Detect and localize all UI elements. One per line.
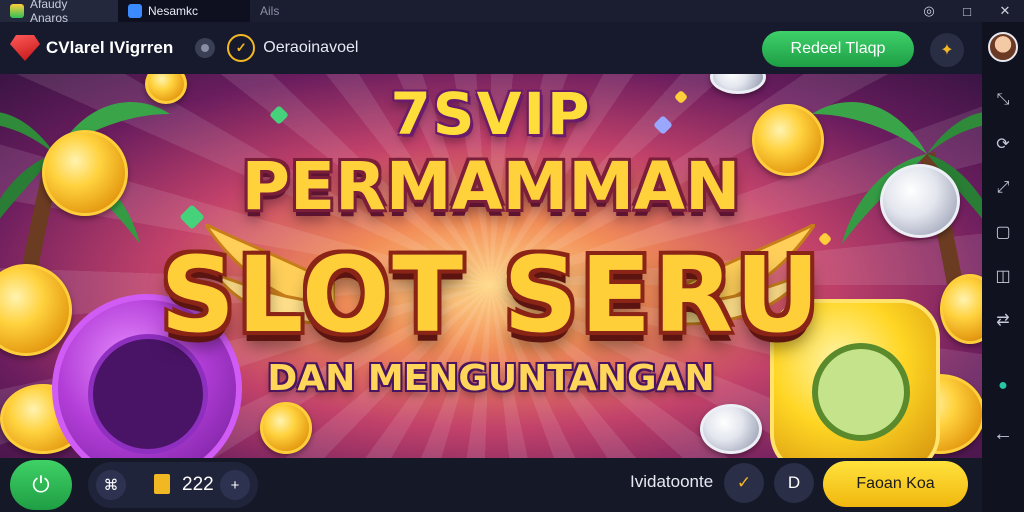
brand-name: CVlarel IVigrren	[46, 38, 174, 57]
window-tab-3[interactable]: Ails	[250, 0, 368, 22]
app-icon	[128, 4, 142, 18]
power-button[interactable]: ⏻	[10, 460, 72, 510]
compass-icon[interactable]: ✓	[227, 34, 256, 62]
app-toolbar: CVlarel IVigrren ✓ Oeraoinavoel Redeel T…	[0, 22, 982, 74]
bottom-bar: ⏻ ⌘ 222 + Ividatoonte ✓ D Faoan Koa	[0, 458, 982, 512]
ticket-icon	[154, 474, 170, 494]
location-icon[interactable]: ●	[991, 374, 1015, 398]
action-button[interactable]: Faoan Koa	[823, 461, 968, 507]
grid-icon[interactable]: ⌘	[96, 470, 126, 500]
maximize-icon[interactable]: □	[948, 4, 986, 19]
d-badge[interactable]: D	[774, 463, 814, 503]
bottom-label: Ividatoonte	[630, 472, 714, 491]
banner-subtitle: DAN MENGUNTANGAN	[267, 358, 715, 399]
ticket-pill: ⌘ 222 +	[88, 462, 258, 508]
add-icon[interactable]: +	[220, 470, 250, 500]
silver-coin	[700, 404, 762, 454]
banner-title-line2: PERMAMMAN	[241, 148, 741, 225]
settings-dot-icon[interactable]	[195, 38, 216, 58]
window-controls: ◎ □ ✕	[910, 0, 1024, 22]
gold-coin	[260, 402, 312, 454]
screenshot-icon[interactable]: ▢	[991, 220, 1015, 244]
fullscreen-icon[interactable]: ⤢	[991, 176, 1015, 200]
user-badge-icon[interactable]: ✦	[930, 33, 964, 67]
right-sidebar: ⤡ ⟳ ⤢ ▢ ◫ ⇄ ● ←	[982, 22, 1024, 512]
check-icon[interactable]: ✓	[724, 463, 764, 503]
avatar[interactable]	[988, 32, 1018, 62]
window-tab-bar: Afaudy Anaros Nesamkc Ails ◎ □ ✕	[0, 0, 1024, 25]
sync-icon[interactable]: ⟳	[991, 132, 1015, 156]
redeem-button[interactable]: Redeel Tlaqp	[762, 31, 914, 67]
minimize-icon[interactable]: ◎	[910, 3, 948, 19]
ticket-count: 222	[182, 474, 214, 495]
shake-icon[interactable]: ⇄	[991, 308, 1015, 332]
window-tab-label: Nesamkc	[148, 4, 199, 18]
banner-brand-title: 7SVIP	[390, 80, 592, 148]
brand[interactable]: CVlarel IVigrren	[10, 35, 173, 61]
banner-title-line3: SLOT SERU	[160, 234, 822, 356]
nav-label[interactable]: Oeraoinavoel	[263, 39, 358, 57]
window-tab-2[interactable]: Nesamkc	[118, 0, 250, 22]
window-tab-label: Ails	[260, 4, 280, 18]
window-tab-1[interactable]: Afaudy Anaros	[0, 0, 118, 25]
close-icon[interactable]: ✕	[986, 3, 1024, 19]
record-icon[interactable]: ◫	[991, 264, 1015, 288]
expand-icon[interactable]: ⤡	[991, 88, 1015, 112]
back-arrow-icon[interactable]: ←	[991, 422, 1015, 446]
promo-banner[interactable]: 7SVIP PERMAMMAN SLOT SERU DAN MENGUNTANG…	[0, 74, 982, 458]
app-window: Afaudy Anaros Nesamkc Ails ◎ □ ✕ CVlarel…	[0, 0, 1024, 512]
heart-gem-icon	[10, 35, 40, 61]
app-icon	[10, 4, 24, 18]
